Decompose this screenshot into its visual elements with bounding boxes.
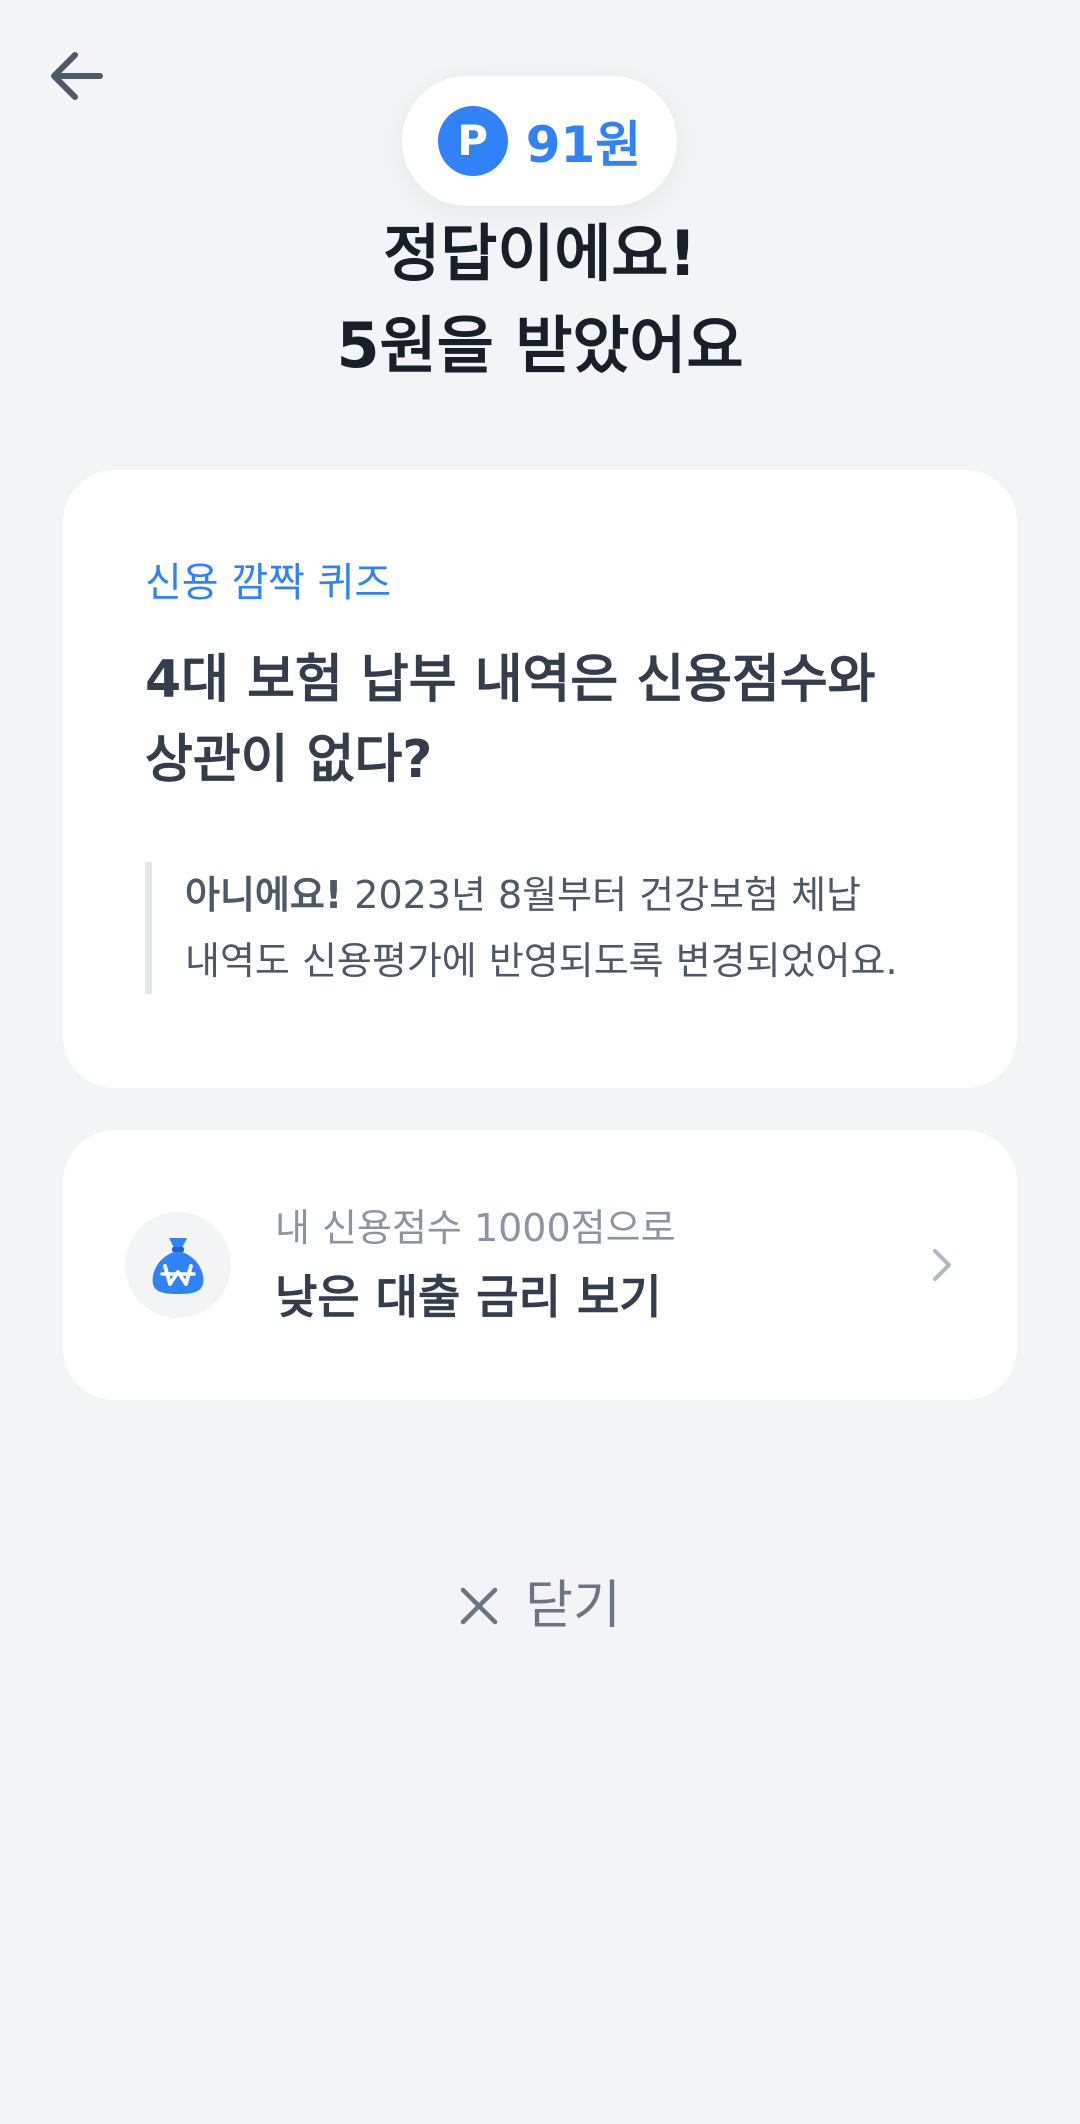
quiz-question-line-2: 상관이 없다? xyxy=(145,730,433,790)
quiz-answer-line-1: 아니에요! 2023년 8월부터 건강보험 체납 xyxy=(185,862,937,928)
quiz-question-line-1: 4대 보험 납부 내역은 신용점수와 xyxy=(145,650,876,710)
quiz-question: 4대 보험 납부 내역은 신용점수와 상관이 없다? xyxy=(145,640,937,800)
loan-rate-card[interactable]: 내 신용점수 1000점으로 낮은 대출 금리 보기 xyxy=(63,1130,1017,1400)
loan-title: 낮은 대출 금리 보기 xyxy=(275,1270,662,1324)
quiz-answer-line-2: 내역도 신용평가에 반영되도록 변경되었어요. xyxy=(185,939,898,983)
answer-lead: 아니에요! xyxy=(185,873,343,917)
close-label: 닫기 xyxy=(525,1576,621,1636)
points-amount: 91원 xyxy=(525,116,642,174)
arrow-left-icon xyxy=(51,52,103,100)
headline-line-1: 정답이에요! xyxy=(383,217,697,290)
loan-subtitle: 내 신용점수 1000점으로 xyxy=(275,1206,676,1250)
money-bag-won-icon xyxy=(152,1238,204,1294)
back-button[interactable] xyxy=(44,46,108,106)
money-bag-icon-container xyxy=(125,1212,231,1318)
loan-text-group: 내 신용점수 1000점으로 낮은 대출 금리 보기 xyxy=(275,1203,927,1327)
close-x-icon xyxy=(460,1587,498,1625)
answer-text-1: 2023년 8월부터 건강보험 체납 xyxy=(354,873,861,917)
points-balance-badge: P 91원 xyxy=(402,76,677,206)
headline-line-2: 5원을 받았어요 xyxy=(336,309,744,382)
quiz-answer-explanation: 아니에요! 2023년 8월부터 건강보험 체납 내역도 신용평가에 반영되도록… xyxy=(145,862,937,994)
result-headline: 정답이에요! 5원을 받았어요 xyxy=(0,208,1080,392)
chevron-right-icon xyxy=(927,1245,957,1285)
quiz-category-label: 신용 깜짝 퀴즈 xyxy=(145,560,392,606)
point-p-icon: P xyxy=(437,106,508,176)
quiz-card: 신용 깜짝 퀴즈 4대 보험 납부 내역은 신용점수와 상관이 없다? 아니에요… xyxy=(63,470,1017,1088)
close-button[interactable]: 닫기 xyxy=(0,1560,1080,1652)
